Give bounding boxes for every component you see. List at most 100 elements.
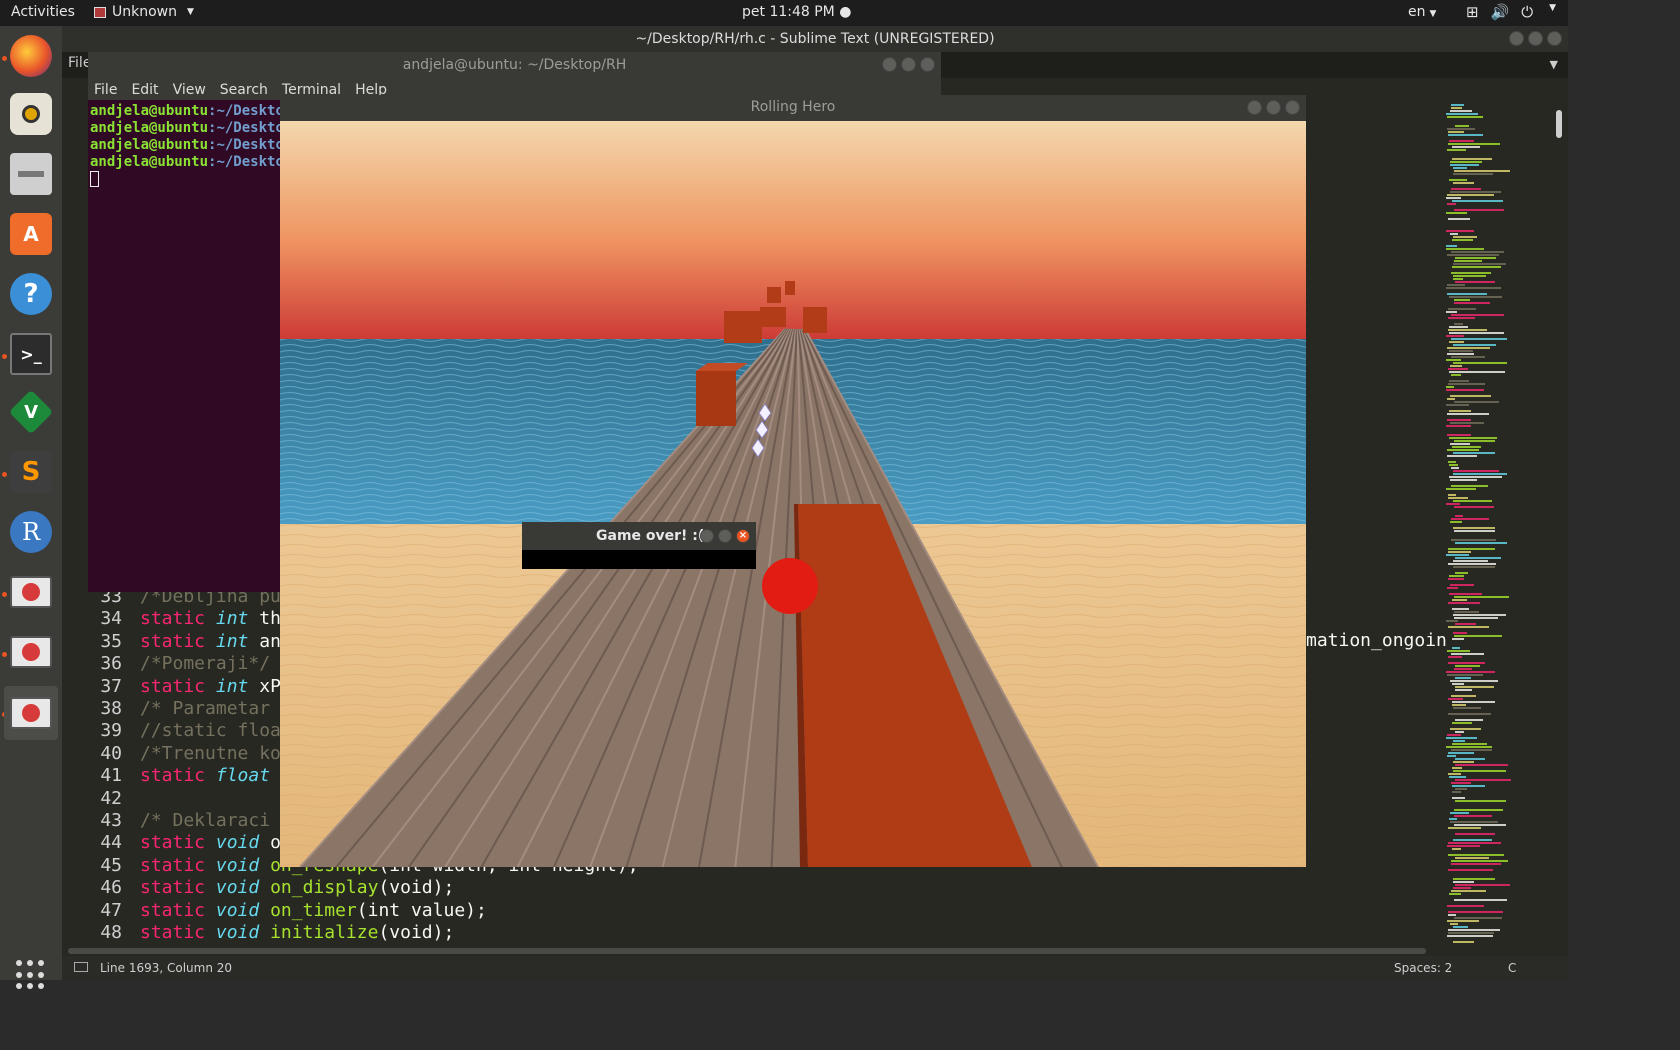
horizontal-scrollbar[interactable] bbox=[68, 948, 1426, 954]
minimap-line bbox=[1453, 740, 1465, 742]
sublime-titlebar[interactable]: ~/Desktop/RH/rh.c - Sublime Text (UNREGI… bbox=[62, 26, 1568, 52]
minimap-line bbox=[1453, 527, 1495, 529]
language-menu[interactable]: en ▼ bbox=[1408, 4, 1436, 20]
minimap-line bbox=[1455, 686, 1494, 688]
minimap-line bbox=[1451, 485, 1488, 487]
code-line: 40 /*Trenutne ko bbox=[82, 743, 281, 765]
cursor-position[interactable]: Line 1693, Column 20 bbox=[100, 961, 232, 975]
comment: /* Parametar bbox=[140, 698, 271, 719]
maximize-button[interactable] bbox=[718, 529, 732, 543]
line-number: 35 bbox=[100, 630, 122, 652]
tab-list-icon[interactable]: ▼ bbox=[1550, 58, 1558, 71]
minimap-line bbox=[1448, 869, 1493, 871]
minimize-button[interactable] bbox=[1509, 31, 1524, 46]
minimize-button[interactable] bbox=[700, 529, 714, 543]
minimap-line bbox=[1452, 701, 1495, 703]
indentation-setting[interactable]: Spaces: 2 bbox=[1394, 961, 1452, 975]
minimap-line bbox=[1447, 347, 1490, 349]
minimize-button[interactable] bbox=[1247, 100, 1262, 115]
minimap-line bbox=[1450, 443, 1470, 445]
dock-item-rhythmbox[interactable] bbox=[7, 90, 55, 138]
syntax-setting[interactable]: C bbox=[1508, 961, 1516, 975]
minimap-line bbox=[1455, 857, 1489, 859]
minimap-line bbox=[1448, 563, 1496, 565]
minimap-line bbox=[1448, 752, 1474, 754]
minimap-line bbox=[1448, 656, 1462, 658]
activities-button[interactable]: Activities bbox=[11, 4, 75, 20]
dock-item-help[interactable]: ? bbox=[7, 270, 55, 318]
close-button[interactable]: × bbox=[736, 529, 750, 543]
vertical-scrollbar[interactable] bbox=[1556, 110, 1562, 138]
maximize-button[interactable] bbox=[901, 57, 916, 72]
minimap-line bbox=[1453, 470, 1499, 472]
system-tray[interactable]: ⊞ 🔊 ⏻ ▼ bbox=[1466, 3, 1556, 21]
dock-item-files[interactable] bbox=[7, 150, 55, 198]
line-number: 47 bbox=[100, 899, 122, 921]
minimap-line bbox=[1448, 713, 1491, 715]
dock-item-blocked-app-active[interactable] bbox=[4, 686, 58, 740]
maximize-button[interactable] bbox=[1266, 100, 1281, 115]
minimap-line bbox=[1451, 518, 1489, 520]
close-button[interactable] bbox=[1547, 31, 1562, 46]
minimap-line bbox=[1449, 326, 1468, 328]
type: void bbox=[215, 877, 260, 899]
close-button[interactable] bbox=[920, 57, 935, 72]
prompt-user: andjela@ubuntu bbox=[90, 154, 209, 170]
minimap-line bbox=[1446, 248, 1484, 250]
menu-file[interactable]: File bbox=[94, 78, 117, 100]
code-line: 43 /* Deklaraci bbox=[82, 810, 270, 832]
line-number: 45 bbox=[100, 854, 122, 876]
maximize-button[interactable] bbox=[1528, 31, 1543, 46]
minimap-line bbox=[1447, 128, 1475, 130]
dock-item-blocked-app[interactable] bbox=[7, 568, 55, 616]
line-number: 42 bbox=[100, 787, 122, 809]
minimap-line bbox=[1446, 746, 1492, 748]
menu-search[interactable]: Search bbox=[220, 78, 268, 100]
minimap-line bbox=[1446, 620, 1458, 622]
game-window[interactable]: Rolling Hero bbox=[280, 95, 1306, 867]
app-menu[interactable]: Unknown ▼ bbox=[94, 4, 194, 20]
dock-item-r[interactable]: R bbox=[7, 508, 55, 556]
minimap-line bbox=[1448, 494, 1456, 496]
dock-item-vim[interactable]: V bbox=[7, 388, 55, 436]
minimap[interactable] bbox=[1442, 104, 1552, 970]
minimap-line bbox=[1448, 134, 1483, 136]
identifier: th bbox=[248, 608, 281, 630]
minimap-line bbox=[1453, 887, 1471, 889]
game-over-dialog[interactable]: Game over! :( × bbox=[522, 522, 756, 569]
minimap-line bbox=[1453, 839, 1492, 841]
panel-toggle-icon[interactable] bbox=[74, 962, 88, 972]
menu-edit[interactable]: Edit bbox=[131, 78, 158, 100]
minimap-line bbox=[1450, 584, 1474, 586]
minimap-line bbox=[1448, 914, 1456, 916]
minimap-line bbox=[1448, 218, 1470, 220]
minimap-line bbox=[1447, 353, 1474, 355]
minimap-line bbox=[1449, 332, 1504, 334]
menu-view[interactable]: View bbox=[173, 78, 206, 100]
show-applications-icon[interactable] bbox=[16, 960, 46, 990]
minimap-line bbox=[1450, 479, 1477, 481]
game-over-title: Game over! :( bbox=[596, 528, 705, 544]
clock[interactable]: pet 11:48 PM ● bbox=[742, 4, 851, 20]
minimize-button[interactable] bbox=[882, 57, 897, 72]
minimap-line bbox=[1447, 116, 1483, 118]
dock-item-sublime-text[interactable]: S bbox=[7, 448, 55, 496]
dock-item-terminal[interactable]: >_ bbox=[7, 330, 55, 378]
identifier: xP bbox=[248, 675, 281, 697]
close-button[interactable] bbox=[1285, 100, 1300, 115]
game-titlebar[interactable]: Rolling Hero bbox=[280, 95, 1306, 121]
minimap-line bbox=[1454, 899, 1507, 901]
minimap-line bbox=[1454, 323, 1463, 325]
minimap-line bbox=[1447, 449, 1479, 451]
prompt-path: :~/Deskto bbox=[208, 137, 284, 153]
dock-item-blocked-app[interactable] bbox=[7, 628, 55, 676]
dock-item-software[interactable]: A bbox=[7, 210, 55, 258]
terminal-titlebar[interactable]: andjela@ubuntu: ~/Desktop/RH bbox=[88, 52, 941, 78]
game-scene[interactable] bbox=[280, 121, 1306, 867]
game-over-titlebar[interactable]: Game over! :( × bbox=[522, 522, 756, 550]
dock-item-firefox[interactable] bbox=[7, 32, 55, 80]
minimap-line bbox=[1454, 596, 1509, 598]
minimap-line bbox=[1448, 773, 1461, 775]
